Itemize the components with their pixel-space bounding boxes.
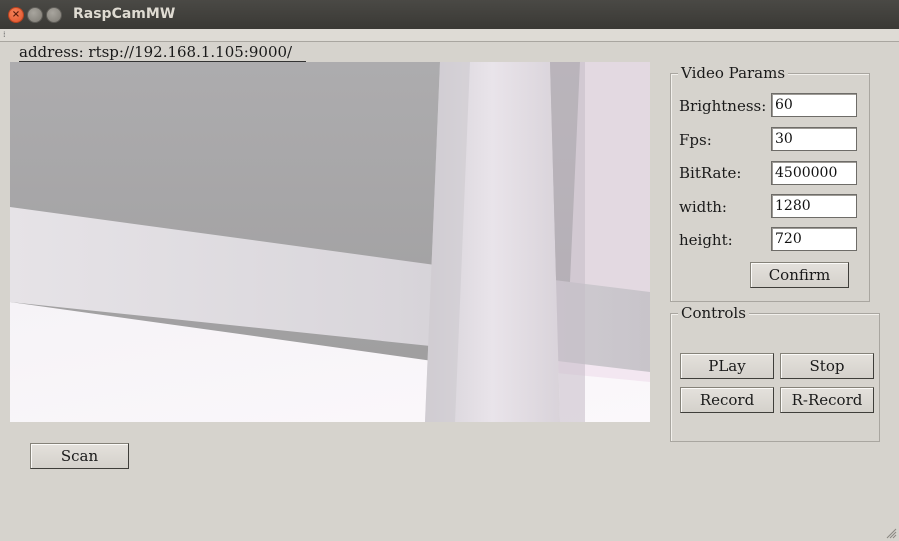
fps-input[interactable]: 30 — [771, 127, 857, 151]
bitrate-input[interactable]: 4500000 — [771, 161, 857, 185]
r-record-button[interactable]: R-Record — [780, 387, 874, 413]
video-params-title: Video Params — [678, 64, 789, 82]
brightness-input[interactable]: 60 — [771, 93, 857, 117]
confirm-button[interactable]: Confirm — [750, 262, 849, 288]
width-input[interactable]: 1280 — [771, 194, 857, 218]
fps-label: Fps: — [679, 131, 712, 149]
close-window-icon[interactable]: × — [8, 7, 24, 23]
brightness-label: Brightness: — [679, 97, 767, 115]
record-button[interactable]: Record — [680, 387, 774, 413]
play-button[interactable]: PLay — [680, 353, 774, 379]
controls-title: Controls — [678, 304, 749, 322]
bitrate-label: BitRate: — [679, 164, 742, 182]
camera-frame-image — [10, 62, 650, 422]
title-bar: × RaspCamMW — [0, 0, 899, 29]
resize-grip-icon[interactable] — [885, 527, 897, 539]
minimize-window-icon[interactable] — [27, 7, 43, 23]
stop-button[interactable]: Stop — [780, 353, 874, 379]
height-label: height: — [679, 231, 733, 249]
width-label: width: — [679, 198, 727, 216]
maximize-window-icon[interactable] — [46, 7, 62, 23]
stream-address-label: address: rtsp://192.168.1.105:9000/ — [19, 44, 307, 62]
window-title: RaspCamMW — [73, 6, 176, 22]
height-input[interactable]: 720 — [771, 227, 857, 251]
toolbar-strip: ⁞ — [0, 29, 899, 42]
video-preview — [10, 62, 650, 422]
scan-button[interactable]: Scan — [30, 443, 129, 469]
grip-icon[interactable]: ⁞ — [3, 30, 6, 39]
